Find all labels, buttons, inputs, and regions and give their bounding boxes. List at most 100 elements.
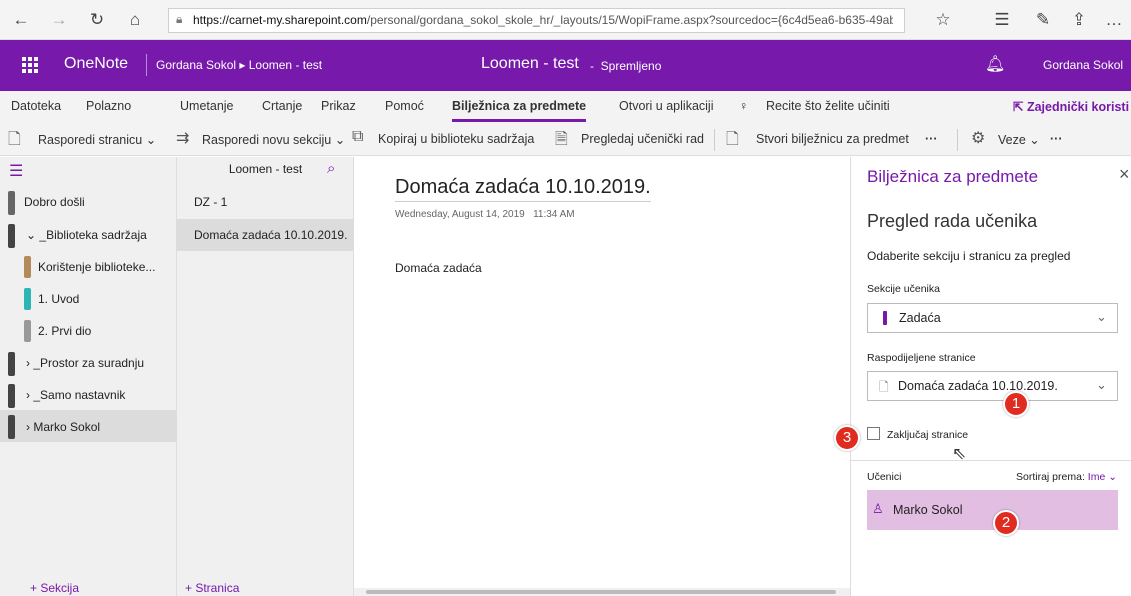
chevron-down-icon: ⌄	[1108, 471, 1118, 483]
divider	[957, 129, 958, 151]
share-icon: ⇱	[1013, 100, 1027, 114]
share-icon[interactable]: ⇪	[1066, 7, 1092, 33]
page-icon: 🗋︎	[879, 380, 889, 394]
section-intro[interactable]: 1. Uvod	[0, 283, 177, 315]
close-icon[interactable]: ×	[1119, 164, 1130, 185]
copy-library-icon: ⧉	[352, 128, 364, 145]
panel-subtitle: Pregled rada učenika	[867, 211, 1038, 231]
section-pane: ☰ Dobro došli ⌄ _Biblioteka sadržaja Kor…	[0, 157, 177, 596]
scrollbar-thumb[interactable]	[366, 590, 836, 594]
tab-draw[interactable]: Crtanje	[262, 99, 302, 113]
add-page-button[interactable]: + Stranica	[185, 581, 239, 595]
breadcrumb[interactable]: Gordana Sokol ▸ Loomen - test	[156, 58, 322, 72]
review-icon: 🗎︎	[555, 131, 568, 148]
links-button[interactable]: Veze ⌄	[998, 132, 1040, 147]
notification-bell-icon[interactable]: 🔔︎	[985, 54, 1005, 74]
panel-title: Bilježnica za predmete	[867, 167, 1039, 186]
page-body-text[interactable]: Domaća zadaća	[395, 261, 482, 275]
horizontal-scrollbar[interactable]	[354, 588, 850, 596]
chevron-down-icon: ⌄	[1096, 309, 1107, 324]
doc-title[interactable]: Loomen - test	[481, 55, 579, 73]
page-title[interactable]: Domaća zadaća 10.10.2019.	[395, 176, 651, 202]
page-dropdown-value: Domaća zadaća 10.10.2019.	[898, 379, 1058, 393]
page-datetime: Wednesday, August 14, 2019 11:34 AM	[395, 209, 575, 220]
tab-file[interactable]: Datoteka	[11, 99, 61, 113]
page-dropdown[interactable]: 🗋︎ Domaća zadaća 10.10.2019. ⌄	[867, 371, 1118, 401]
divider	[714, 129, 715, 151]
lightbulb-icon: ♀	[739, 99, 749, 113]
share-button[interactable]: ⇱ Zajednički koristi	[1013, 99, 1129, 114]
address-bar[interactable]: 🔒︎ https://carnet-my.sharepoint.com/pers…	[168, 8, 905, 33]
sections-label: Sekcije učenika	[867, 283, 940, 295]
distribute-page-icon: 🗋︎	[8, 131, 21, 148]
review-work-button[interactable]: Pregledaj učenički rad	[581, 132, 704, 146]
chevron-down-icon: ⌄	[1096, 377, 1107, 392]
mouse-cursor-icon: ⇖	[952, 444, 967, 463]
panel-instruction: Odaberite sekciju i stranicu za pregled	[867, 249, 1071, 263]
tell-me-search[interactable]: Recite što želite učiniti	[766, 99, 890, 113]
divider	[851, 460, 1131, 461]
hamburger-icon[interactable]: ☰	[9, 161, 23, 181]
tab-view[interactable]: Prikaz	[321, 99, 356, 113]
url-text: https://carnet-my.sharepoint.com/persona…	[193, 13, 893, 27]
favorite-star-icon[interactable]: ☆	[930, 7, 956, 33]
section-welcome[interactable]: Dobro došli	[0, 186, 177, 218]
lock-icon: 🔒︎	[176, 12, 183, 26]
active-tab-indicator	[452, 119, 586, 122]
home-icon[interactable]: ⌂	[122, 7, 148, 33]
user-name[interactable]: Gordana Sokol	[1043, 58, 1123, 72]
page-pane: Loomen - test ⌕ DZ - 1 Domaća zadaća 10.…	[177, 157, 354, 596]
students-label: Učenici	[867, 471, 902, 483]
student-name: Marko Sokol	[893, 503, 963, 517]
section-group-collab[interactable]: › _Prostor za suradnju	[0, 347, 177, 379]
tab-class-notebook[interactable]: Bilježnica za predmete	[452, 99, 586, 113]
save-status: - Spremljeno	[590, 59, 662, 73]
copy-library-button[interactable]: Kopiraj u biblioteku sadržaja	[378, 132, 534, 146]
section-part-one[interactable]: 2. Prvi dio	[0, 315, 177, 347]
page-item[interactable]: DZ - 1	[177, 186, 354, 218]
page-canvas[interactable]: Domaća zadaća 10.10.2019. Wednesday, Aug…	[354, 157, 850, 596]
ribbon-toolbar: 🗋︎ Rasporedi stranicu ⌄ ⇉ Rasporedi novu…	[0, 123, 1131, 156]
back-icon[interactable]: ←	[8, 7, 34, 33]
pen-icon[interactable]: ✎	[1030, 7, 1056, 33]
tab-home[interactable]: Polazno	[86, 99, 131, 113]
more-button-2[interactable]: ···	[1050, 132, 1063, 146]
class-notebook-panel: Bilježnica za predmete × Pregled rada uč…	[850, 157, 1131, 596]
sort-control[interactable]: Sortiraj prema: Ime ⌄	[1016, 471, 1117, 483]
distribute-section-button[interactable]: Rasporedi novu sekciju ⌄	[202, 132, 345, 147]
app-header: OneNote Gordana Sokol ▸ Loomen - test Lo…	[0, 40, 1131, 91]
distribute-section-icon: ⇉	[176, 130, 190, 147]
annotation-badge-3: 3	[834, 425, 860, 451]
app-name[interactable]: OneNote	[64, 55, 128, 73]
forward-icon[interactable]: →	[46, 7, 72, 33]
section-group-teacher[interactable]: › _Samo nastavnik	[0, 379, 177, 411]
tab-insert[interactable]: Umetanje	[180, 99, 234, 113]
divider	[146, 54, 147, 76]
tab-help[interactable]: Pomoć	[385, 99, 424, 113]
chevron-down-icon: ⌄	[26, 228, 40, 242]
refresh-icon[interactable]: ↻	[84, 7, 110, 33]
section-group-student[interactable]: › Marko Sokol	[0, 411, 177, 443]
more-icon[interactable]: …	[1101, 7, 1127, 33]
more-button[interactable]: ···	[925, 132, 938, 146]
ribbon-tabs: Datoteka Polazno Umetanje Crtanje Prikaz…	[0, 91, 1131, 123]
browser-toolbar: ← → ↻ ⌂ 🔒︎ https://carnet-my.sharepoint.…	[0, 0, 1131, 40]
annotation-badge-2: 2	[993, 510, 1019, 536]
favorites-list-icon[interactable]: ☰	[989, 7, 1015, 33]
lock-pages-checkbox[interactable]	[867, 427, 880, 440]
annotation-badge-1: 1	[1003, 391, 1029, 417]
search-icon[interactable]: ⌕	[327, 160, 335, 177]
create-notebook-icon: 🗋︎	[726, 131, 739, 148]
page-item-selected[interactable]: Domaća zadaća 10.10.2019.	[177, 219, 354, 251]
section-group-library[interactable]: ⌄ _Biblioteka sadržaja	[0, 219, 177, 251]
distribute-page-button[interactable]: Rasporedi stranicu ⌄	[38, 132, 156, 147]
gear-icon: ⚙︎	[971, 130, 986, 147]
pages-label: Raspodijeljene stranice	[867, 352, 976, 364]
section-dropdown[interactable]: Zadaća ⌄	[867, 303, 1118, 333]
section-library-usage[interactable]: Korištenje biblioteke...	[0, 251, 177, 283]
tab-open-in-app[interactable]: Otvori u aplikaciji	[619, 99, 713, 113]
section-dropdown-value: Zadaća	[899, 311, 941, 325]
add-section-button[interactable]: + Sekcija	[30, 581, 79, 595]
app-launcher-icon[interactable]	[22, 57, 38, 73]
create-notebook-button[interactable]: Stvori bilježnicu za predmet	[756, 132, 909, 146]
